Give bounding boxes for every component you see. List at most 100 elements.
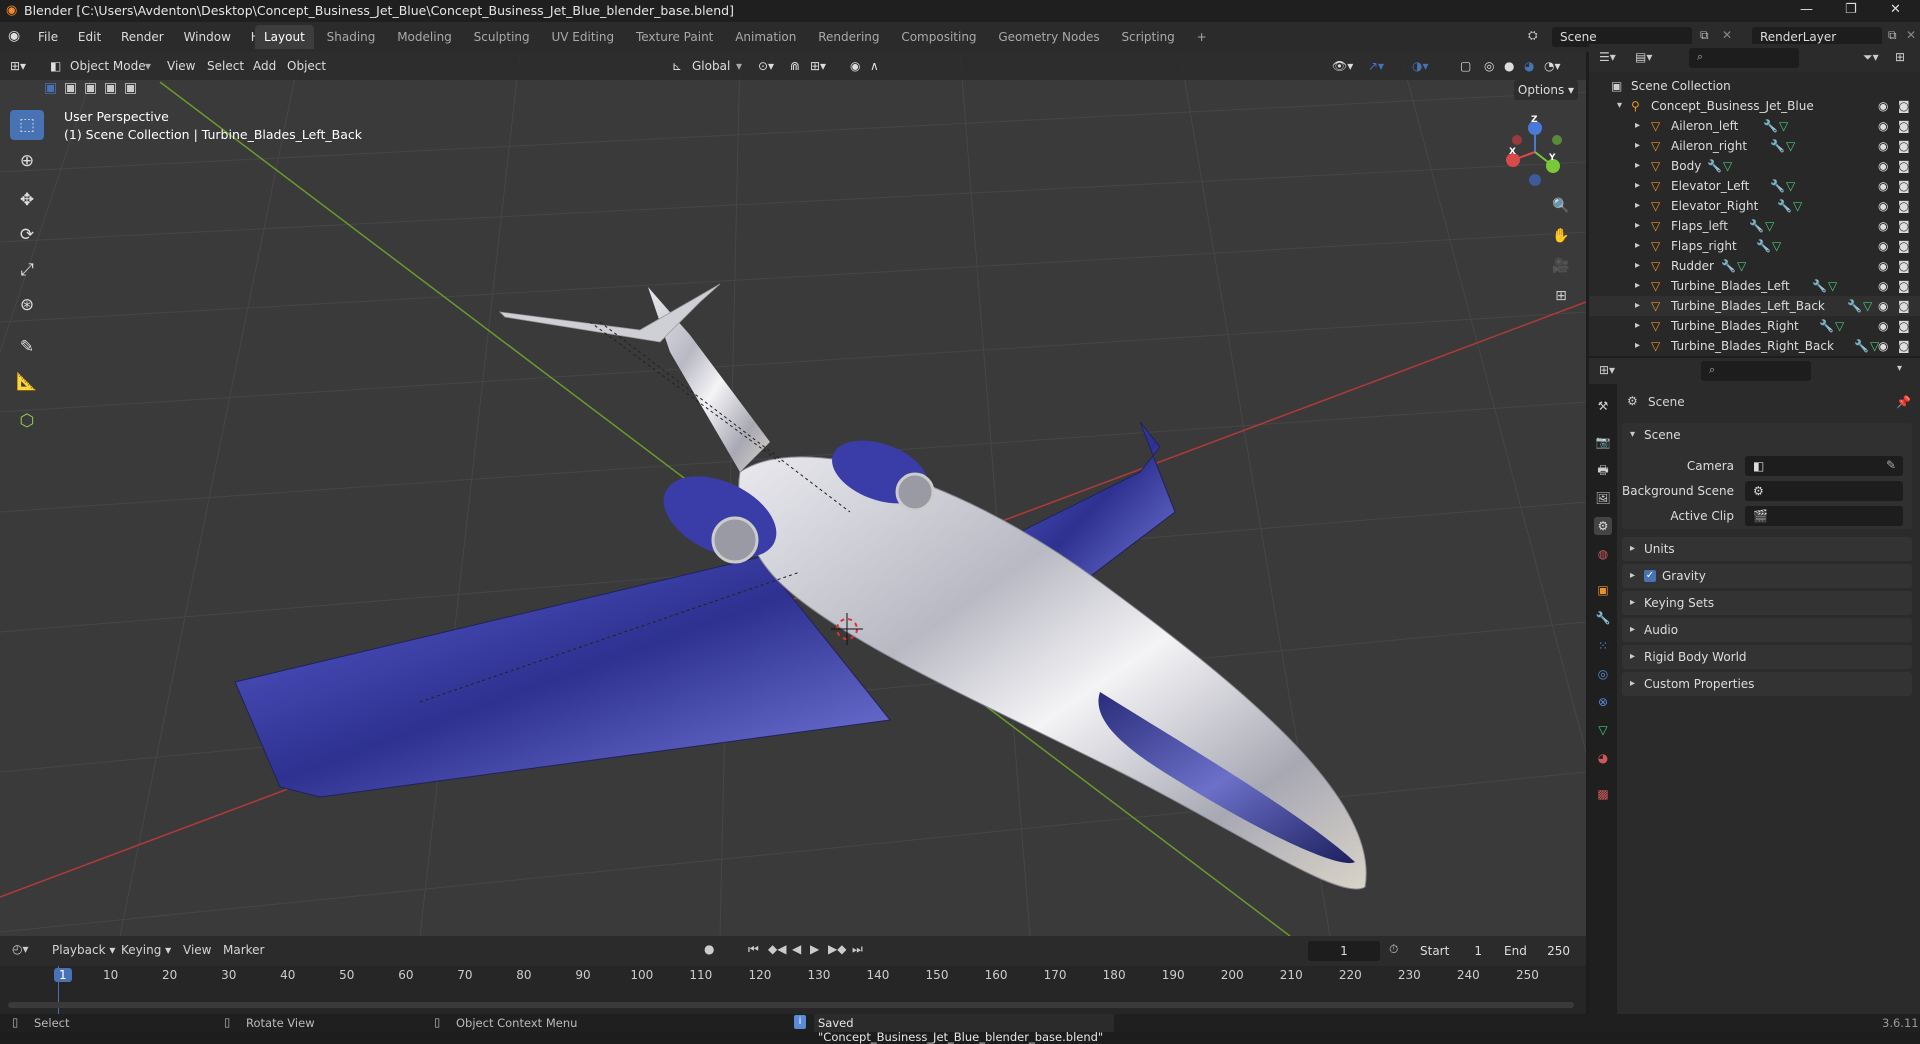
close-button[interactable]: ✕ [1890, 2, 1901, 17]
jump-start-icon[interactable]: ⏮ [748, 942, 759, 957]
eye-icon[interactable]: ◉ [1878, 176, 1888, 196]
proportional-edit-icon[interactable]: ◉ [850, 56, 860, 76]
chevron-right-icon[interactable]: ▸ [1635, 116, 1640, 136]
data-tab-icon[interactable]: ▽ [1594, 721, 1612, 739]
outliner-search-input[interactable]: ⌕ [1689, 48, 1799, 68]
menu-file[interactable]: File [30, 22, 66, 52]
outliner-editor-icon[interactable]: ☰▾ [1599, 50, 1616, 64]
material-tab-icon[interactable]: ◕ [1594, 749, 1612, 767]
outliner-row-object[interactable]: ▸ ▽ Turbine_Blades_Left 🔧 ▽ ◉ ◙ [1589, 276, 1920, 296]
jump-end-icon[interactable]: ⏭ [852, 942, 863, 957]
rotate-tool[interactable]: ⟳ [10, 220, 44, 250]
add-workspace-button[interactable]: + [1188, 25, 1216, 49]
blender-menu-icon[interactable]: ◉ [8, 28, 20, 44]
move-tool[interactable]: ✥ [10, 185, 44, 215]
view-layer-tab-icon[interactable]: 🖼 [1594, 489, 1612, 507]
background-scene-field[interactable]: ⚙ [1745, 481, 1903, 501]
eye-icon[interactable]: ◉ [1878, 96, 1888, 116]
view-menu[interactable]: View [183, 943, 211, 957]
gravity-checkbox[interactable]: ✓ [1644, 570, 1656, 582]
eye-icon[interactable]: ◉ [1878, 196, 1888, 216]
mesh-data-icon[interactable]: ▽ [1772, 236, 1781, 256]
zoom-icon[interactable]: 🔍 [1548, 193, 1574, 219]
record-icon[interactable]: ● [704, 942, 714, 956]
tab-animation[interactable]: Animation [726, 25, 805, 49]
chevron-right-icon[interactable]: ▸ [1635, 296, 1640, 316]
select-extend-icon[interactable]: ▣ [64, 80, 77, 96]
audio-section[interactable]: ▸ Audio [1622, 618, 1912, 642]
camera-icon[interactable]: ◙ [1898, 296, 1910, 316]
outliner-row-object[interactable]: ▸ ▽ Elevator_Right 🔧 ▽ ◉ ◙ [1589, 196, 1920, 216]
playback-menu[interactable]: Playback ▾ [52, 943, 115, 957]
delete-view-layer-icon[interactable]: ✕ [1906, 28, 1916, 42]
physics-tab-icon[interactable]: ◎ [1594, 665, 1612, 683]
tab-compositing[interactable]: Compositing [892, 25, 985, 49]
add-cube-tool[interactable]: ⬡ [10, 406, 44, 436]
camera-icon[interactable]: ◙ [1898, 336, 1910, 356]
camera-icon[interactable]: ◙ [1898, 196, 1910, 216]
timeline-scrollbar[interactable] [8, 1002, 1574, 1008]
eye-icon[interactable]: ◉ [1878, 336, 1888, 356]
camera-icon[interactable]: ◙ [1898, 276, 1910, 296]
eye-icon[interactable]: ◉ [1878, 136, 1888, 156]
camera-icon[interactable]: ◙ [1898, 176, 1910, 196]
modifier-icon[interactable]: 🔧 [1763, 116, 1778, 136]
chevron-right-icon[interactable]: ▸ [1635, 216, 1640, 236]
tab-layout[interactable]: Layout [255, 25, 314, 49]
camera-icon[interactable]: ◙ [1898, 116, 1910, 136]
modifier-icon[interactable]: 🔧 [1819, 316, 1834, 336]
annotate-tool[interactable]: ✎ [10, 332, 44, 362]
eye-icon[interactable]: ◉ [1878, 276, 1888, 296]
mesh-data-icon[interactable]: ▽ [1779, 116, 1788, 136]
menu-edit[interactable]: Edit [70, 22, 109, 52]
filter-icon[interactable]: ⏷▾ [1863, 50, 1879, 65]
3d-viewport[interactable] [0, 52, 1586, 936]
chevron-right-icon[interactable]: ▸ [1635, 256, 1640, 276]
properties-editor-icon[interactable]: ⊞▾ [1599, 363, 1615, 377]
current-frame-field[interactable]: 1 [1308, 941, 1380, 961]
eye-icon[interactable]: ◉ [1878, 296, 1888, 316]
eyedropper-icon[interactable]: ✎ [1886, 458, 1896, 472]
active-clip-field[interactable]: 🎬 [1745, 506, 1903, 526]
eye-icon[interactable]: ◉ [1878, 236, 1888, 256]
modifier-icon[interactable]: 🔧 [1854, 336, 1869, 356]
keying-sets-section[interactable]: ▸ Keying Sets [1622, 591, 1912, 615]
modifier-tab-icon[interactable]: 🔧 [1594, 609, 1612, 627]
tab-scripting[interactable]: Scripting [1112, 25, 1183, 49]
camera-icon[interactable]: ◙ [1898, 256, 1910, 276]
select-menu[interactable]: Select [207, 56, 244, 76]
camera-icon[interactable]: ◙ [1898, 236, 1910, 256]
particles-tab-icon[interactable]: ⁙ [1594, 637, 1612, 655]
outliner-row-object[interactable]: ▸ ▽ Aileron_left 🔧 ▽ ◉ ◙ [1589, 116, 1920, 136]
mesh-data-icon[interactable]: ▽ [1863, 296, 1872, 316]
select-subtract-icon[interactable]: ▣ [84, 80, 97, 96]
tool-tab-icon[interactable]: ⚒ [1594, 397, 1612, 415]
new-view-layer-icon[interactable]: ⧉ [1888, 28, 1897, 43]
display-mode-icon[interactable]: ▤▾ [1635, 50, 1652, 64]
mesh-data-icon[interactable]: ▽ [1786, 176, 1795, 196]
mesh-data-icon[interactable]: ▽ [1786, 136, 1795, 156]
camera-icon[interactable]: ◙ [1898, 156, 1910, 176]
camera-icon[interactable]: ◙ [1898, 96, 1910, 116]
mesh-data-icon[interactable]: ▽ [1835, 316, 1844, 336]
stopwatch-icon[interactable]: ⏱ [1389, 942, 1398, 957]
chevron-right-icon[interactable]: ▸ [1635, 276, 1640, 296]
world-tab-icon[interactable]: ◍ [1594, 545, 1612, 563]
outliner-row-object[interactable]: ▸ ▽ Turbine_Blades_Left_Back 🔧 ▽ ◉ ◙ [1589, 296, 1920, 316]
keying-menu[interactable]: Keying ▾ [121, 943, 171, 957]
cursor-tool[interactable]: ⊕ [10, 146, 44, 176]
options-dropdown[interactable]: Options ▾ [1514, 80, 1578, 100]
chevron-down-icon[interactable]: ▾ [1897, 363, 1902, 374]
play-icon[interactable]: ▶ [810, 942, 819, 956]
modifier-icon[interactable]: 🔧 [1770, 176, 1785, 196]
modifier-icon[interactable]: 🔧 [1777, 196, 1792, 216]
texture-tab-icon[interactable]: ▩ [1594, 785, 1612, 803]
outliner-row-object[interactable]: ▸ ▽ Aileron_right 🔧 ▽ ◉ ◙ [1589, 136, 1920, 156]
tab-modeling[interactable]: Modeling [388, 25, 461, 49]
visibility-icon[interactable]: 👁▾ [1332, 56, 1353, 76]
gizmo-z-label[interactable]: Z [1531, 115, 1538, 125]
material-shading-icon[interactable]: ◕ [1524, 56, 1534, 76]
modifier-icon[interactable]: 🔧 [1749, 216, 1764, 236]
marker-menu[interactable]: Marker [223, 943, 264, 957]
minimize-button[interactable]: — [1800, 2, 1813, 17]
